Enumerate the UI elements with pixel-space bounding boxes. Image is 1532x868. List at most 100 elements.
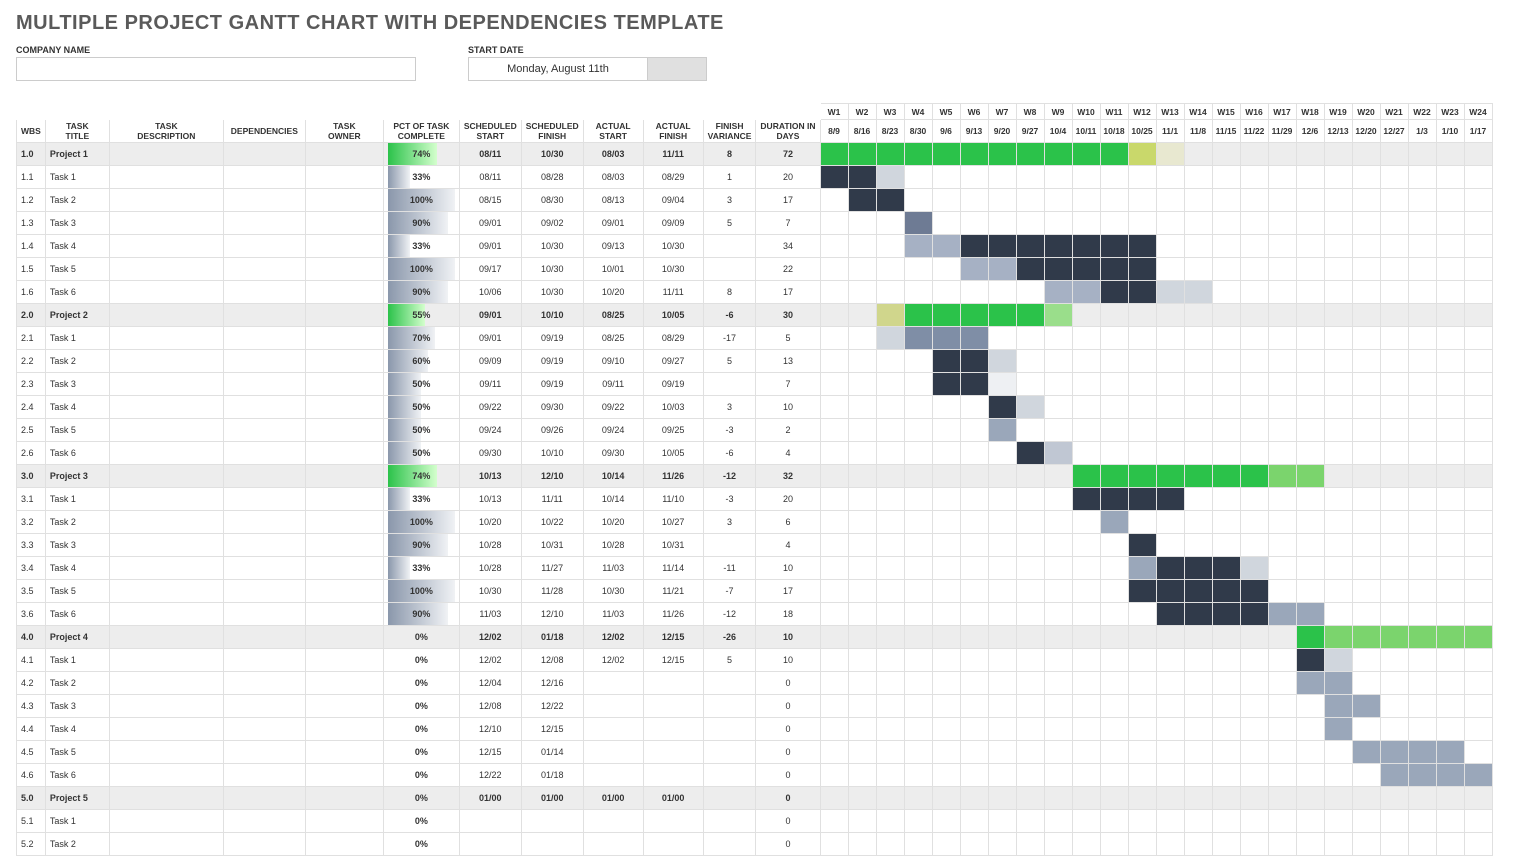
- project-row[interactable]: 1.0Project 174%08/1110/3008/0311/11872: [17, 143, 1493, 166]
- cell-owner[interactable]: [305, 557, 383, 580]
- cell-as[interactable]: 08/13: [583, 189, 643, 212]
- cell-fv[interactable]: [703, 534, 756, 557]
- cell-owner[interactable]: [305, 373, 383, 396]
- cell-dur[interactable]: 18: [756, 603, 820, 626]
- task-row[interactable]: 1.5Task 5100%09/1710/3010/0110/3022: [17, 258, 1493, 281]
- cell-desc[interactable]: [109, 695, 223, 718]
- cell-owner[interactable]: [305, 488, 383, 511]
- task-row[interactable]: 4.4Task 40%12/1012/150: [17, 718, 1493, 741]
- task-row[interactable]: 3.2Task 2100%10/2010/2210/2010/2736: [17, 511, 1493, 534]
- cell-fv[interactable]: [703, 833, 756, 856]
- cell-dur[interactable]: 17: [756, 580, 820, 603]
- cell-fv[interactable]: -6: [703, 442, 756, 465]
- cell-ss[interactable]: 09/01: [459, 235, 521, 258]
- cell-af[interactable]: 09/27: [643, 350, 703, 373]
- cell-owner[interactable]: [305, 672, 383, 695]
- cell-fv[interactable]: 3: [703, 189, 756, 212]
- cell-wbs[interactable]: 2.5: [17, 419, 46, 442]
- cell-pct[interactable]: 33%: [383, 235, 459, 258]
- cell-ss[interactable]: 12/22: [459, 764, 521, 787]
- cell-title[interactable]: Project 5: [45, 787, 109, 810]
- cell-dur[interactable]: 0: [756, 764, 820, 787]
- cell-as[interactable]: 09/11: [583, 373, 643, 396]
- cell-af[interactable]: 09/09: [643, 212, 703, 235]
- cell-wbs[interactable]: 2.2: [17, 350, 46, 373]
- task-row[interactable]: 1.2Task 2100%08/1508/3008/1309/04317: [17, 189, 1493, 212]
- cell-as[interactable]: 09/30: [583, 442, 643, 465]
- cell-as[interactable]: 08/25: [583, 327, 643, 350]
- cell-dur[interactable]: 20: [756, 166, 820, 189]
- cell-dep[interactable]: [223, 833, 305, 856]
- cell-dep[interactable]: [223, 419, 305, 442]
- cell-wbs[interactable]: 4.5: [17, 741, 46, 764]
- cell-dur[interactable]: 22: [756, 258, 820, 281]
- cell-dep[interactable]: [223, 580, 305, 603]
- cell-pct[interactable]: 90%: [383, 281, 459, 304]
- cell-title[interactable]: Task 1: [45, 488, 109, 511]
- cell-owner[interactable]: [305, 350, 383, 373]
- cell-desc[interactable]: [109, 143, 223, 166]
- cell-as[interactable]: 12/02: [583, 649, 643, 672]
- cell-desc[interactable]: [109, 672, 223, 695]
- cell-desc[interactable]: [109, 258, 223, 281]
- cell-ss[interactable]: 09/11: [459, 373, 521, 396]
- cell-pct[interactable]: 90%: [383, 603, 459, 626]
- cell-desc[interactable]: [109, 442, 223, 465]
- cell-af[interactable]: 11/10: [643, 488, 703, 511]
- cell-owner[interactable]: [305, 465, 383, 488]
- cell-fv[interactable]: 5: [703, 212, 756, 235]
- cell-dur[interactable]: 7: [756, 212, 820, 235]
- cell-fv[interactable]: 8: [703, 143, 756, 166]
- cell-title[interactable]: Project 2: [45, 304, 109, 327]
- cell-sf[interactable]: 01/18: [521, 764, 583, 787]
- project-row[interactable]: 2.0Project 255%09/0110/1008/2510/05-630: [17, 304, 1493, 327]
- cell-ss[interactable]: 10/13: [459, 488, 521, 511]
- cell-sf[interactable]: 09/19: [521, 350, 583, 373]
- cell-ss[interactable]: 10/28: [459, 557, 521, 580]
- cell-wbs[interactable]: 3.3: [17, 534, 46, 557]
- cell-pct[interactable]: 100%: [383, 258, 459, 281]
- cell-sf[interactable]: 10/30: [521, 281, 583, 304]
- cell-af[interactable]: [643, 672, 703, 695]
- cell-pct[interactable]: 50%: [383, 419, 459, 442]
- cell-fv[interactable]: -7: [703, 580, 756, 603]
- cell-title[interactable]: Task 3: [45, 212, 109, 235]
- cell-as[interactable]: 09/10: [583, 350, 643, 373]
- cell-desc[interactable]: [109, 350, 223, 373]
- cell-fv[interactable]: [703, 235, 756, 258]
- cell-title[interactable]: Task 2: [45, 672, 109, 695]
- cell-sf[interactable]: [521, 833, 583, 856]
- cell-fv[interactable]: [703, 810, 756, 833]
- cell-ss[interactable]: 09/01: [459, 327, 521, 350]
- cell-title[interactable]: Task 1: [45, 810, 109, 833]
- cell-af[interactable]: [643, 833, 703, 856]
- cell-sf[interactable]: 10/10: [521, 304, 583, 327]
- cell-pct[interactable]: 50%: [383, 373, 459, 396]
- cell-dep[interactable]: [223, 695, 305, 718]
- cell-owner[interactable]: [305, 695, 383, 718]
- cell-dur[interactable]: 4: [756, 534, 820, 557]
- cell-dep[interactable]: [223, 235, 305, 258]
- cell-sf[interactable]: 12/10: [521, 603, 583, 626]
- cell-af[interactable]: 10/30: [643, 258, 703, 281]
- cell-owner[interactable]: [305, 649, 383, 672]
- cell-dep[interactable]: [223, 258, 305, 281]
- cell-as[interactable]: [583, 695, 643, 718]
- cell-title[interactable]: Task 2: [45, 833, 109, 856]
- cell-as[interactable]: 10/14: [583, 465, 643, 488]
- cell-pct[interactable]: 0%: [383, 810, 459, 833]
- cell-desc[interactable]: [109, 764, 223, 787]
- cell-dur[interactable]: 0: [756, 833, 820, 856]
- cell-dur[interactable]: 0: [756, 718, 820, 741]
- cell-wbs[interactable]: 4.3: [17, 695, 46, 718]
- cell-fv[interactable]: [703, 718, 756, 741]
- cell-desc[interactable]: [109, 166, 223, 189]
- cell-pct[interactable]: 50%: [383, 396, 459, 419]
- cell-owner[interactable]: [305, 143, 383, 166]
- cell-as[interactable]: 10/20: [583, 511, 643, 534]
- cell-dep[interactable]: [223, 465, 305, 488]
- cell-as[interactable]: 01/00: [583, 787, 643, 810]
- cell-af[interactable]: 12/15: [643, 649, 703, 672]
- cell-sf[interactable]: 09/19: [521, 373, 583, 396]
- cell-sf[interactable]: 11/28: [521, 580, 583, 603]
